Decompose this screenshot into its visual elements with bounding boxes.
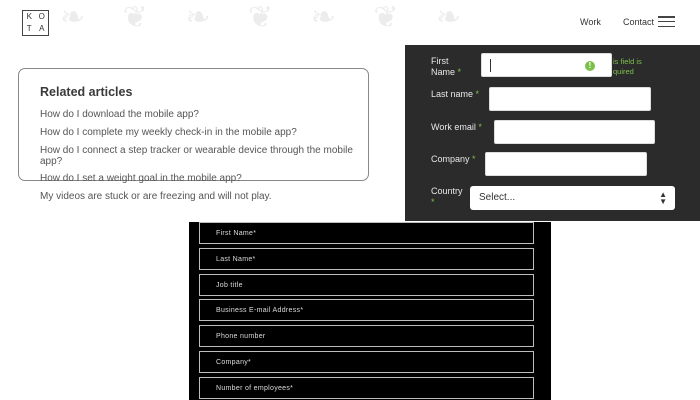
related-articles-title: Related articles: [40, 85, 133, 99]
collage-canvas: ❧ ❦ ❧ ❦ ❧ ❦ ❧ K O T A Work Contact Relat…: [0, 0, 700, 400]
first-name-label: First Name *: [431, 56, 462, 77]
nav-link-work[interactable]: Work: [580, 17, 601, 27]
country-label: Country *: [431, 186, 463, 207]
warning-icon: !: [585, 61, 595, 71]
article-link[interactable]: How do I set a weight goal in the mobile…: [40, 173, 360, 184]
text-cursor: [490, 59, 491, 72]
kota-logo[interactable]: K O T A: [22, 10, 49, 36]
company-field[interactable]: Company*: [199, 351, 534, 373]
phone-number-field[interactable]: Phone number: [199, 325, 534, 347]
article-link[interactable]: My videos are stuck or are freezing and …: [40, 191, 360, 202]
country-select[interactable]: Select... ▲ ▼: [470, 186, 675, 210]
article-link[interactable]: How do I complete my weekly check-in in …: [40, 127, 360, 138]
last-name-field[interactable]: Last Name*: [199, 248, 534, 270]
article-link[interactable]: How do I connect a step tracker or weara…: [40, 145, 355, 167]
job-title-field[interactable]: Job title: [199, 274, 534, 296]
nav-link-contact[interactable]: Contact: [623, 17, 654, 27]
error-message: is field is quired: [613, 57, 642, 76]
last-name-input[interactable]: [489, 87, 651, 111]
number-of-employees-field[interactable]: Number of employees*: [199, 377, 534, 399]
business-email-field[interactable]: Business E-mail Address*: [199, 299, 534, 321]
first-name-field[interactable]: First Name*: [199, 222, 534, 244]
country-select-value: Select...: [479, 192, 516, 203]
company-label: Company *: [431, 154, 476, 164]
hamburger-menu-icon[interactable]: [658, 16, 675, 27]
last-name-label: Last name *: [431, 89, 480, 99]
company-input[interactable]: [485, 152, 647, 176]
work-email-input[interactable]: [494, 120, 655, 144]
select-arrows-icon: ▲ ▼: [659, 190, 667, 206]
article-link[interactable]: How do I download the mobile app?: [40, 109, 360, 120]
work-email-label: Work email *: [431, 122, 482, 132]
